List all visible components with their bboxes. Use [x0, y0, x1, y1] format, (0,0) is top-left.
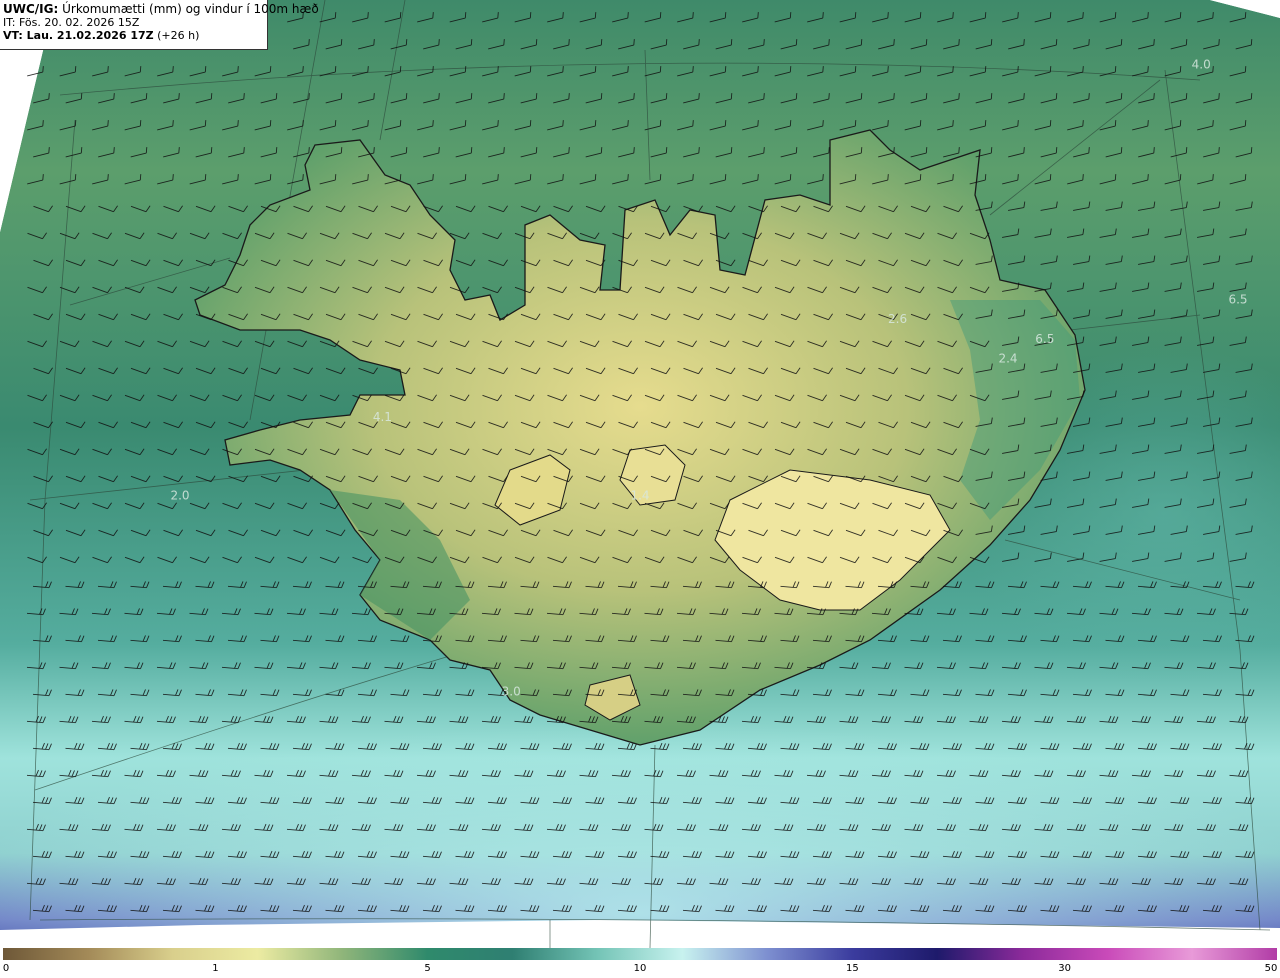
value-label: 2.0 [170, 489, 189, 503]
value-label: 6.5 [1228, 293, 1247, 307]
value-label: 3.0 [502, 685, 521, 699]
valid-time-row: VT: Lau. 21.02.2026 17Z (+26 h) [3, 29, 267, 42]
model-label: UWC/IG: [3, 2, 59, 16]
colorbar-tick-label: 10 [633, 963, 647, 974]
value-label: 4.0 [1192, 57, 1211, 71]
colorbar-tick-label: 0 [2, 963, 10, 974]
value-label: 2.6 [888, 312, 907, 326]
colorbar-tick-label: 50 [1264, 963, 1278, 974]
colorbar-tick-label: 1 [212, 963, 219, 974]
header-title-row: UWC/IG: Úrkomumætti (mm) og vindur í 100… [3, 2, 319, 16]
value-label: 1.4 [630, 489, 649, 503]
colorbar-tick-label: 5 [424, 963, 431, 974]
map-header: UWC/IG: Úrkomumætti (mm) og vindur í 100… [0, 0, 319, 50]
value-label: 6.5 [1035, 332, 1054, 346]
colorbar-tick-label: 15 [846, 963, 859, 974]
colorbar-strip [3, 948, 1277, 960]
value-label: 4.1 [373, 410, 392, 424]
value-label: 2.4 [998, 351, 1017, 365]
colorbar: 0 1 5 10 15 30 50 [0, 948, 1280, 978]
valid-time: VT: Lau. 21.02.2026 17Z [3, 29, 154, 42]
valid-offset: (+26 h) [157, 29, 200, 42]
product-title: Úrkomumætti (mm) og vindur í 100m hæð [62, 2, 319, 16]
precipitation-map: 7.86.04.06.52.66.52.44.12.01.43.0 [0, 0, 1280, 948]
colorbar-tick-label: 30 [1058, 963, 1071, 974]
initial-time: IT: Fös. 20. 02. 2026 15Z [3, 16, 140, 29]
